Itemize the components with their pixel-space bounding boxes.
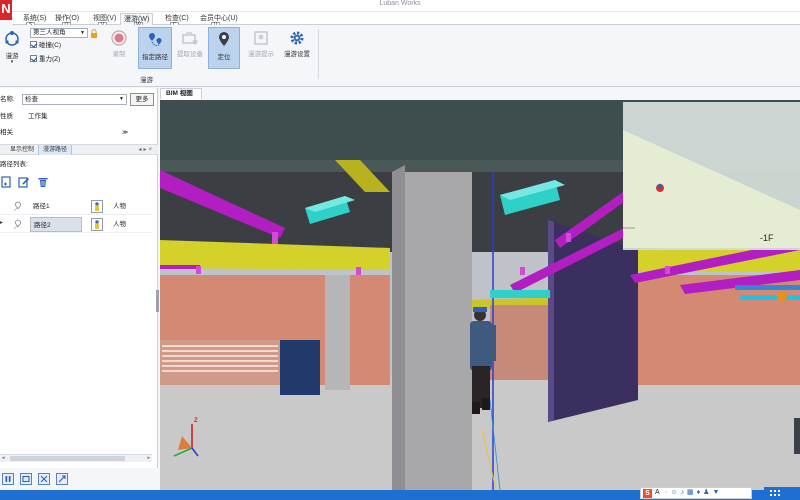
tips-icon (254, 31, 268, 45)
record-icon (111, 30, 127, 46)
route-pin-icon (13, 219, 21, 230)
cyan-duct-far (490, 290, 550, 298)
bim-scene (160, 100, 800, 490)
plan-nature-value: 工作集 (28, 113, 48, 120)
ime-toolbar[interactable]: S A ·☺♪▦♦♟▼ (640, 487, 752, 499)
assign-route-button[interactable]: 指定路径 (138, 27, 172, 69)
chevron-down-icon: ▼ (80, 30, 85, 36)
plan-nature-label: 性质 (0, 113, 13, 120)
pause-button[interactable] (2, 473, 14, 485)
locate-pin-icon (219, 32, 229, 46)
edit-route-icon[interactable] (18, 176, 30, 188)
scroll-left-icon[interactable]: ◂ (2, 455, 5, 462)
scroll-thumb[interactable] (10, 456, 125, 461)
lock-icon[interactable] (90, 29, 98, 38)
chevron-down-icon: ▼ (119, 96, 124, 102)
panel-tabs: 显示控制 漫游路径 ◂▸× (0, 144, 158, 155)
route-type: 人物 (113, 203, 126, 210)
locate-button[interactable]: 定位 (208, 27, 240, 69)
route-type: 人物 (113, 221, 126, 228)
gear-icon (290, 31, 304, 45)
floor-label: -1F (760, 233, 774, 243)
ime-mode-label[interactable]: A (655, 488, 660, 498)
loop-icon (22, 475, 30, 483)
taskbar-tray (764, 487, 800, 500)
app-logo[interactable]: N (0, 0, 12, 20)
route-pin-icon (149, 33, 162, 47)
sogou-logo-icon: S (643, 489, 652, 498)
roam-panel: 名称: 检查 ▼ 更多 性质 工作集 相关 ≫ 显示控制 漫游路径 ◂▸× 路径… (0, 88, 158, 468)
cyan-pipe (740, 295, 800, 300)
checkbox-checked-icon (30, 41, 37, 48)
orange-valve (777, 291, 787, 301)
ribbon: 漫游 ▾ 第三人视角 ▼ 碰撞(C) 重力(Z) 录制 指定路径 提取设备 定位… (0, 25, 800, 87)
bim-3d-viewport[interactable]: -1F Z (160, 100, 800, 490)
current-row-marker-icon: ▸ (0, 220, 4, 226)
expand-chevron-icon[interactable]: ≫ (122, 127, 128, 139)
exit-fullscreen-button[interactable] (56, 473, 68, 485)
window-title: Luban Works (379, 0, 421, 7)
ime-tool-icons[interactable]: ·☺♪▦♦♟▼ (665, 488, 722, 498)
purple-door-edge (548, 220, 554, 422)
roam-settings-button[interactable]: 漫游设置 (280, 27, 314, 69)
tab-bim-view[interactable]: BIM 视图 (160, 88, 202, 99)
panel-splitter[interactable] (156, 290, 159, 312)
route-name[interactable]: 路径1 (30, 199, 82, 214)
extract-device-button[interactable]: 提取设备 (174, 27, 206, 69)
more-button[interactable]: 更多 (130, 93, 154, 106)
menu-bar: 系统(S) 操作(O) 视图(V) 漫游(W) 检查(C) 会员中心(U) (12, 12, 800, 25)
blue-pipe (735, 285, 800, 290)
plan-name-label: 名称: (0, 96, 15, 103)
tab-scroll-arrows[interactable]: ◂▸× (138, 145, 154, 155)
wall-right (635, 275, 800, 385)
roam-icon (5, 31, 19, 46)
person-icon (91, 200, 103, 213)
tray-grid-icon[interactable] (764, 487, 800, 500)
route-row-2[interactable]: ▸ 路径2 人物 (0, 216, 152, 233)
horizontal-scrollbar[interactable]: ◂ ▸ (0, 454, 152, 462)
collision-checkbox[interactable]: 碰撞(C) (30, 41, 61, 51)
shrink-icon (58, 475, 66, 483)
ribbon-group-label: 漫游 (140, 77, 153, 84)
pause-icon (5, 476, 11, 482)
scroll-handle-right (794, 418, 800, 454)
tab-roam-route[interactable]: 漫游路径 (38, 145, 73, 155)
route-pin-icon (13, 201, 21, 212)
playback-controls (0, 470, 158, 490)
loop-button[interactable] (20, 473, 32, 485)
related-label: 相关 (0, 129, 13, 136)
expand-icon (40, 475, 48, 483)
column-left (325, 275, 350, 390)
fullscreen-button[interactable] (38, 473, 50, 485)
device-icon (182, 32, 198, 45)
route-name[interactable]: 路径2 (30, 217, 82, 232)
view-mode-select[interactable]: 第三人视角 ▼ (30, 28, 88, 38)
column-center-shade (392, 165, 405, 490)
route-row-1[interactable]: 路径1 人物 (0, 198, 152, 215)
scroll-right-icon[interactable]: ▸ (147, 455, 150, 462)
axis-z-label: Z (194, 418, 198, 424)
plan-name-select[interactable]: 检查 ▼ (22, 94, 127, 105)
delete-route-icon[interactable] (37, 176, 49, 188)
route-list-label: 路径列表: (0, 161, 28, 168)
checkbox-checked-icon (30, 55, 37, 62)
ribbon-group-separator (318, 29, 319, 79)
roam-button[interactable]: 漫游 ▾ (0, 27, 24, 69)
gravity-checkbox[interactable]: 重力(Z) (30, 55, 60, 65)
person-icon (91, 218, 103, 231)
title-bar: Luban Works (0, 0, 800, 12)
tab-display-control[interactable]: 显示控制 (6, 145, 38, 155)
magenta-pipe-short (160, 265, 200, 269)
add-route-icon[interactable] (0, 176, 12, 188)
equipment-cabinet (280, 340, 320, 395)
record-button[interactable]: 录制 (106, 27, 132, 69)
roam-tips-button[interactable]: 漫游提示 (244, 27, 278, 69)
